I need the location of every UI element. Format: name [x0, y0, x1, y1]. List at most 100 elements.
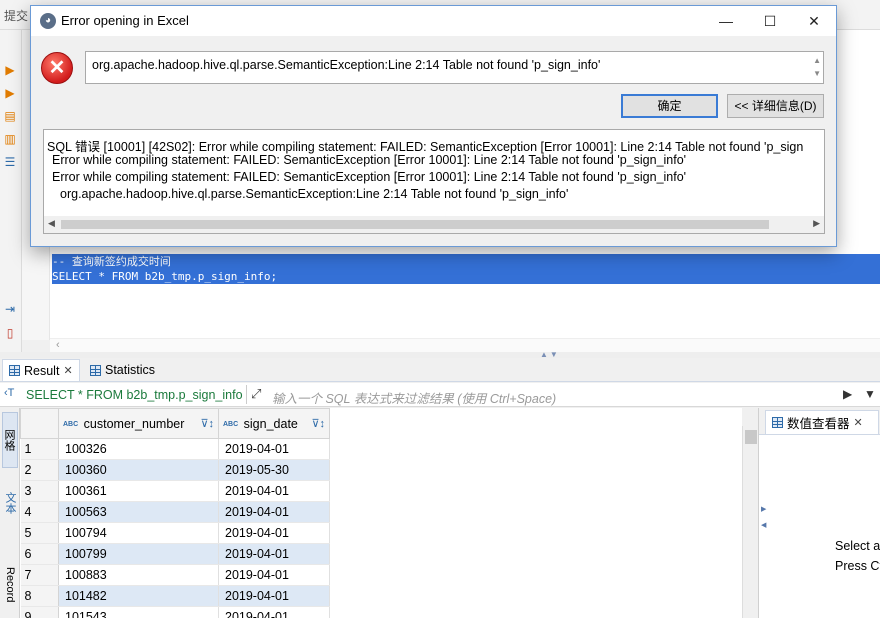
- cell-customer-number[interactable]: 100361: [58, 480, 219, 502]
- cell-sign-date[interactable]: 2019-05-30: [218, 459, 330, 481]
- row-number[interactable]: 9: [20, 606, 59, 618]
- table-row[interactable]: 5 100794 2019-04-01: [20, 522, 330, 544]
- cell-sign-date[interactable]: 2019-04-01: [218, 480, 330, 502]
- file-error-icon[interactable]: ▯: [3, 326, 17, 340]
- tab-text-label: 文本: [4, 492, 16, 514]
- cell-sign-date[interactable]: 2019-04-01: [218, 585, 330, 607]
- row-number[interactable]: 8: [20, 585, 59, 607]
- ok-button[interactable]: 确定: [621, 94, 718, 118]
- tab-value-viewer[interactable]: 数值查看器 ✕: [765, 410, 879, 434]
- cell-customer-number[interactable]: 101482: [58, 585, 219, 607]
- explain-icon[interactable]: ▥: [3, 132, 17, 146]
- tab-grid-label: 网格: [3, 429, 15, 451]
- error-message-text: org.apache.hadoop.hive.ql.parse.Semantic…: [92, 58, 601, 72]
- grid-corner[interactable]: [20, 408, 59, 439]
- tab-statistics-label: Statistics: [105, 363, 156, 377]
- viewer-hint-line-2: Press Ct: [835, 559, 880, 573]
- cell-sign-date[interactable]: 2019-04-01: [218, 543, 330, 565]
- tab-result-label: Result: [24, 363, 60, 378]
- run-script-icon[interactable]: ▤: [3, 109, 17, 123]
- sort-filter-icon[interactable]: ⊽↕: [200, 417, 214, 430]
- error-details-area[interactable]: SQL 错误 [10001] [42S02]: Error while comp…: [43, 129, 825, 234]
- load-plan-icon[interactable]: ☰: [3, 155, 17, 169]
- close-button[interactable]: ✕: [792, 6, 836, 36]
- row-number[interactable]: 1: [20, 438, 59, 460]
- collapse-left-icon[interactable]: ▶: [761, 505, 766, 513]
- table-row[interactable]: 6 100799 2019-04-01: [20, 543, 330, 565]
- row-number[interactable]: 3: [20, 480, 59, 502]
- column-header-customer-number[interactable]: ABC customer_number ⊽↕: [58, 408, 219, 439]
- left-toolbar: ▶ ▶ ▤ ▥ ☰ ⇥ ▯: [0, 30, 22, 355]
- table-row[interactable]: 8 101482 2019-04-01: [20, 585, 330, 607]
- column-header-sign-date[interactable]: ABC sign_date ⊽↕: [218, 408, 330, 439]
- editor-line-comment[interactable]: -- 查询新签约成交时间: [52, 254, 880, 269]
- details-line: Error while compiling statement: FAILED:…: [52, 153, 687, 167]
- grid-icon: [9, 365, 20, 376]
- cell-customer-number[interactable]: 100360: [58, 459, 219, 481]
- tab-record-label: Record: [4, 567, 16, 603]
- editor-horizontal-scrollbar[interactable]: ‹: [50, 338, 880, 352]
- tab-statistics[interactable]: Statistics: [84, 359, 161, 381]
- cell-sign-date[interactable]: 2019-04-01: [218, 522, 330, 544]
- column-header-label: customer_number: [83, 416, 185, 431]
- row-number[interactable]: 4: [20, 501, 59, 523]
- cell-sign-date[interactable]: 2019-04-01: [218, 564, 330, 586]
- result-grid[interactable]: ABC customer_number ⊽↕ ABC sign_date ⊽↕ …: [20, 408, 742, 618]
- export-icon[interactable]: ⇥: [3, 302, 17, 316]
- close-icon[interactable]: ✕: [854, 416, 863, 429]
- editor-line-select[interactable]: SELECT * FROM b2b_tmp.p_sign_info;: [52, 269, 880, 284]
- table-row[interactable]: 9 101543 2019-04-01: [20, 606, 330, 618]
- editor-tab-label[interactable]: 提交: [4, 7, 28, 24]
- row-number[interactable]: 5: [20, 522, 59, 544]
- cell-sign-date[interactable]: 2019-04-01: [218, 501, 330, 523]
- filter-input[interactable]: 输入一个 SQL 表达式来过滤结果 (使用 Ctrl+Space): [272, 388, 556, 407]
- details-horizontal-scrollbar[interactable]: ◀ ▶: [44, 216, 824, 233]
- run-icon[interactable]: ▶: [3, 63, 17, 77]
- cell-customer-number[interactable]: 100563: [58, 501, 219, 523]
- table-row[interactable]: 3 100361 2019-04-01: [20, 480, 330, 502]
- tab-record-view[interactable]: Record: [2, 556, 18, 614]
- error-message-field[interactable]: org.apache.hadoop.hive.ql.parse.Semantic…: [85, 51, 824, 84]
- scroll-left-icon[interactable]: ‹: [56, 339, 60, 351]
- tab-result[interactable]: Result ✕: [2, 359, 80, 381]
- tab-grid-view[interactable]: 网格: [2, 412, 18, 468]
- minimize-button[interactable]: —: [704, 6, 748, 36]
- table-row[interactable]: 2 100360 2019-05-30: [20, 459, 330, 481]
- active-query-text: SELECT * FROM b2b_tmp.p_sign_info: [26, 388, 243, 402]
- viewer-hint-line-1: Select a: [835, 539, 880, 553]
- string-type-icon: ABC: [223, 420, 239, 428]
- details-button[interactable]: << 详细信息(D): [727, 94, 824, 118]
- table-row[interactable]: 7 100883 2019-04-01: [20, 564, 330, 586]
- dialog-titlebar[interactable]: ◕ Error opening in Excel — ☐ ✕: [31, 6, 836, 36]
- expand-icon[interactable]: ⤢: [251, 386, 261, 402]
- tab-text-view[interactable]: 文本: [2, 478, 18, 528]
- viewer-icon: [772, 417, 783, 428]
- table-row[interactable]: 4 100563 2019-04-01: [20, 501, 330, 523]
- table-row[interactable]: 1 100326 2019-04-01: [20, 438, 330, 460]
- cell-customer-number[interactable]: 100794: [58, 522, 219, 544]
- cell-customer-number[interactable]: 101543: [58, 606, 219, 618]
- chevron-down-icon[interactable]: ▼: [864, 387, 876, 401]
- collapse-right-icon[interactable]: ◀: [761, 521, 766, 529]
- cell-sign-date[interactable]: 2019-04-01: [218, 606, 330, 618]
- cell-customer-number[interactable]: 100799: [58, 543, 219, 565]
- scroll-right-icon[interactable]: ▶: [813, 218, 820, 229]
- scroll-thumb[interactable]: [61, 220, 769, 229]
- message-scroll-icon[interactable]: ▲ ▼: [813, 54, 821, 80]
- close-icon[interactable]: ✕: [63, 364, 72, 377]
- sort-filter-icon[interactable]: ⊽↕: [311, 417, 325, 430]
- row-number[interactable]: 6: [20, 543, 59, 565]
- cell-sign-date[interactable]: 2019-04-01: [218, 438, 330, 460]
- apply-filter-icon[interactable]: ▶: [843, 387, 852, 401]
- cell-customer-number[interactable]: 100883: [58, 564, 219, 586]
- cell-customer-number[interactable]: 100326: [58, 438, 219, 460]
- grid-vertical-scrollbar[interactable]: [742, 426, 758, 618]
- row-number[interactable]: 2: [20, 459, 59, 481]
- maximize-button[interactable]: ☐: [748, 6, 792, 36]
- result-tabs: Result ✕ Statistics: [0, 358, 880, 382]
- dialog-title: Error opening in Excel: [61, 13, 189, 28]
- scroll-left-icon[interactable]: ◀: [48, 218, 55, 229]
- scroll-thumb[interactable]: [745, 430, 757, 444]
- run-step-icon[interactable]: ▶: [3, 86, 17, 100]
- row-number[interactable]: 7: [20, 564, 59, 586]
